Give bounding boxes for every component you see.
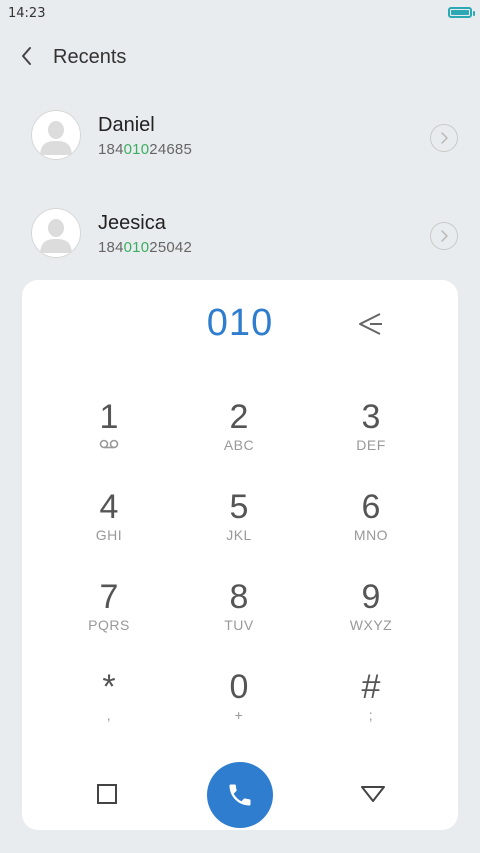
number-match: 010 bbox=[123, 239, 150, 256]
key-8[interactable]: 8 TUV bbox=[189, 578, 289, 658]
key-digit: 4 bbox=[99, 488, 119, 526]
person-icon bbox=[40, 219, 72, 253]
key-digit: 3 bbox=[361, 398, 381, 436]
key-digit: 2 bbox=[229, 398, 249, 436]
triangle-down-icon[interactable] bbox=[359, 782, 387, 806]
header: Recents bbox=[0, 36, 480, 80]
key-letters: ABC bbox=[223, 437, 255, 453]
phone-icon bbox=[229, 784, 251, 806]
key-0[interactable]: 0 + bbox=[189, 668, 289, 748]
recent-item-daniel[interactable]: Daniel 18401024685 bbox=[0, 100, 480, 196]
contact-number: 18401024685 bbox=[98, 141, 192, 158]
key-letters: ; bbox=[368, 707, 374, 723]
number-prefix: 184 bbox=[98, 141, 124, 158]
number-suffix: 24685 bbox=[149, 141, 192, 158]
key-letters: MNO bbox=[353, 527, 389, 543]
key-9[interactable]: 9 WXYZ bbox=[321, 578, 421, 658]
key-letters: TUV bbox=[224, 617, 254, 633]
contact-number: 18401025042 bbox=[98, 239, 192, 256]
key-2[interactable]: 2 ABC bbox=[189, 398, 289, 478]
number-prefix: 184 bbox=[98, 239, 124, 256]
page-title: Recents bbox=[53, 46, 127, 68]
dialer-panel: 010 1 2 ABC 3 DEF 4 GHI 5 JKL 6 MNO 7 PQ… bbox=[22, 280, 458, 830]
contact-detail-button[interactable] bbox=[430, 124, 458, 152]
key-letters: GHI bbox=[95, 527, 123, 543]
avatar bbox=[31, 110, 81, 160]
key-3[interactable]: 3 DEF bbox=[321, 398, 421, 478]
key-digit: # bbox=[361, 668, 381, 706]
key-letters: , bbox=[106, 707, 112, 723]
key-1[interactable]: 1 bbox=[59, 398, 159, 478]
avatar bbox=[31, 208, 81, 258]
backspace-icon[interactable] bbox=[352, 308, 388, 340]
battery-full-icon bbox=[448, 7, 475, 18]
square-icon[interactable] bbox=[95, 782, 119, 806]
chevron-right-icon bbox=[441, 230, 448, 242]
chevron-left-icon[interactable] bbox=[15, 44, 39, 68]
key-letters: + bbox=[234, 707, 244, 723]
status-bar: 14:23 bbox=[0, 0, 480, 26]
contact-name: Jeesica bbox=[98, 212, 166, 234]
key-6[interactable]: 6 MNO bbox=[321, 488, 421, 568]
key-letters: JKL bbox=[226, 527, 252, 543]
key-letters: PQRS bbox=[88, 617, 130, 633]
number-suffix: 25042 bbox=[149, 239, 192, 256]
key-digit: 1 bbox=[99, 398, 119, 436]
call-button[interactable] bbox=[207, 762, 273, 828]
key-digit: 7 bbox=[99, 578, 119, 616]
key-letters: DEF bbox=[356, 437, 386, 453]
person-icon bbox=[40, 121, 72, 155]
voicemail-icon bbox=[99, 439, 119, 449]
key-4[interactable]: 4 GHI bbox=[59, 488, 159, 568]
contact-name: Daniel bbox=[98, 114, 155, 136]
key-5[interactable]: 5 JKL bbox=[189, 488, 289, 568]
key-digit: * bbox=[102, 668, 116, 706]
key-letters: WXYZ bbox=[349, 617, 393, 633]
contact-detail-button[interactable] bbox=[430, 222, 458, 250]
status-time: 14:23 bbox=[8, 6, 46, 21]
chevron-right-icon bbox=[441, 132, 448, 144]
key-digit: 9 bbox=[361, 578, 381, 616]
dialed-number: 010 bbox=[206, 302, 274, 344]
key-digit: 5 bbox=[229, 488, 249, 526]
key-digit: 6 bbox=[361, 488, 381, 526]
key-hash[interactable]: # ; bbox=[321, 668, 421, 748]
key-7[interactable]: 7 PQRS bbox=[59, 578, 159, 658]
number-match: 010 bbox=[123, 141, 150, 158]
key-star[interactable]: * , bbox=[59, 668, 159, 748]
key-digit: 0 bbox=[229, 668, 249, 706]
key-digit: 8 bbox=[229, 578, 249, 616]
